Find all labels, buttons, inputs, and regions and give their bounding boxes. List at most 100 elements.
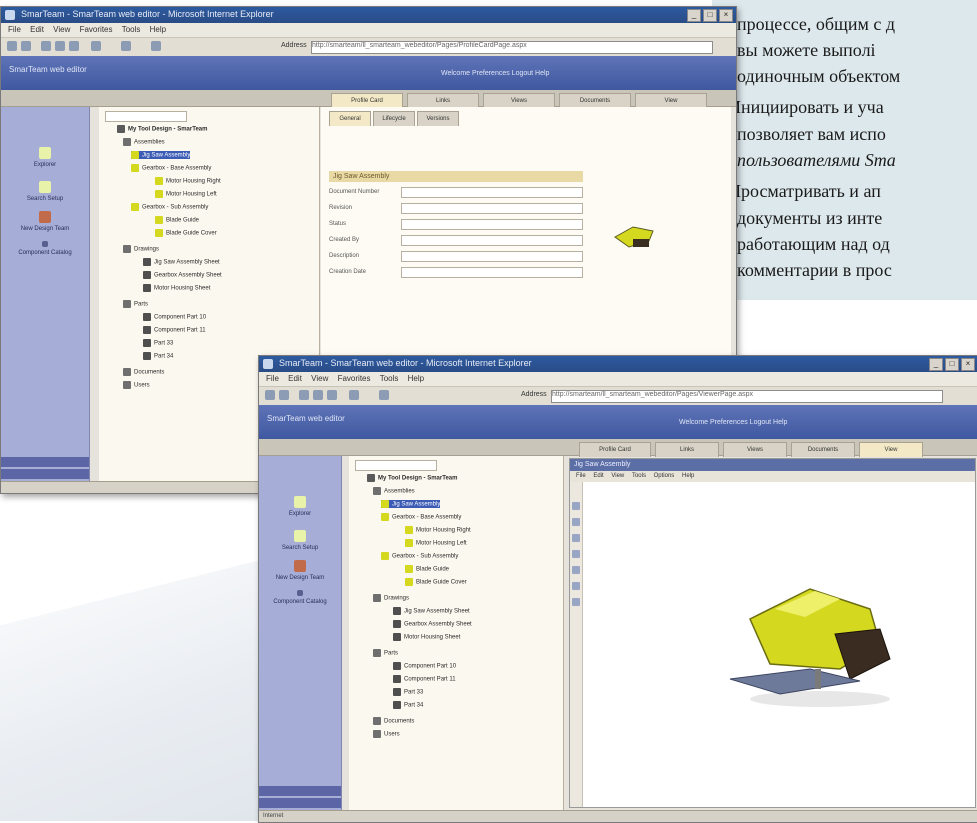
tree-row[interactable]: Parts (373, 649, 398, 657)
tree-row-selected[interactable]: Jig Saw Assembly (131, 151, 191, 159)
tree-row[interactable]: Motor Housing Sheet (143, 284, 210, 292)
tree-root[interactable]: My Tool Design - SmarTeam (117, 125, 207, 133)
back-icon[interactable] (265, 390, 275, 400)
tree-row[interactable]: Component Part 10 (143, 313, 206, 321)
search-icon[interactable] (91, 41, 101, 51)
tree-row[interactable]: Jig Saw Assembly Sheet (393, 607, 470, 615)
menu-edit[interactable]: Edit (30, 25, 44, 34)
back-icon[interactable] (7, 41, 17, 51)
tree-row[interactable]: Parts (123, 300, 148, 308)
tree-row[interactable]: Blade Guide Cover (155, 229, 217, 237)
close-button[interactable]: × (719, 9, 733, 22)
tab-views[interactable]: Views (483, 93, 555, 108)
search-icon[interactable] (349, 390, 359, 400)
tree-filter-input[interactable] (355, 460, 437, 471)
tab-documents[interactable]: Documents (791, 442, 855, 457)
tab-view[interactable]: View (635, 93, 707, 108)
tab-profile-card[interactable]: Profile Card (331, 93, 403, 108)
viewer-menu-edit[interactable]: Edit (593, 473, 603, 479)
pan-icon[interactable] (572, 518, 580, 526)
field-input[interactable] (401, 187, 583, 198)
tab-view[interactable]: View (859, 442, 923, 457)
maximize-button[interactable]: □ (945, 358, 959, 371)
address-input[interactable]: http://smarteam/ll_smarteam_webeditor/Pa… (551, 390, 943, 403)
header-links[interactable]: Welcome Preferences Logout Help (679, 419, 787, 426)
home-icon[interactable] (327, 390, 337, 400)
tree-row[interactable]: Blade Guide (155, 216, 199, 224)
tree-row[interactable]: Motor Housing Sheet (393, 633, 460, 641)
close-button[interactable]: × (961, 358, 975, 371)
markup-icon[interactable] (572, 598, 580, 606)
stop-icon[interactable] (41, 41, 51, 51)
section-icon[interactable] (572, 582, 580, 590)
tree-row[interactable]: Gearbox - Sub Assembly (381, 552, 458, 560)
tree-row[interactable]: Part 34 (393, 701, 423, 709)
field-input[interactable] (401, 235, 583, 246)
tree-row[interactable]: Component Part 11 (393, 675, 456, 683)
maximize-button[interactable]: □ (703, 9, 717, 22)
tree-row[interactable]: Users (373, 730, 400, 738)
left-item-design[interactable]: New Design Team (1, 211, 89, 232)
menu-favorites[interactable]: Favorites (80, 25, 113, 34)
minimize-button[interactable]: _ (687, 9, 701, 22)
menu-help[interactable]: Help (150, 25, 166, 34)
field-input[interactable] (401, 203, 583, 214)
tree-row[interactable]: Drawings (373, 594, 409, 602)
left-item-explorer[interactable]: Explorer (1, 147, 89, 168)
tree-filter-input[interactable] (105, 111, 187, 122)
subtab-versions[interactable]: Versions (417, 111, 459, 126)
tree-row-selected[interactable]: Jig Saw Assembly (381, 500, 441, 508)
left-item-catalog[interactable]: Component Catalog (259, 590, 341, 605)
minimize-button[interactable]: _ (929, 358, 943, 371)
menu-file[interactable]: File (8, 25, 21, 34)
tree-row[interactable]: Gearbox Assembly Sheet (143, 271, 222, 279)
field-select[interactable] (401, 219, 583, 230)
header-links[interactable]: Welcome Preferences Logout Help (441, 70, 549, 77)
tree-row[interactable]: Part 34 (143, 352, 173, 360)
tree-row[interactable]: Motor Housing Right (405, 526, 471, 534)
tree-row[interactable]: Documents (373, 717, 414, 725)
menu-edit[interactable]: Edit (288, 374, 302, 383)
field-input[interactable] (401, 267, 583, 278)
tree-row[interactable]: Blade Guide Cover (405, 578, 467, 586)
tab-documents[interactable]: Documents (559, 93, 631, 108)
tree-row[interactable]: Gearbox Assembly Sheet (393, 620, 472, 628)
menu-view[interactable]: View (53, 25, 70, 34)
rotate-icon[interactable] (572, 534, 580, 542)
refresh-icon[interactable] (313, 390, 323, 400)
tree-row[interactable]: Gearbox - Base Assembly (381, 513, 461, 521)
home-icon[interactable] (69, 41, 79, 51)
measure-icon[interactable] (572, 566, 580, 574)
tab-profile-card[interactable]: Profile Card (579, 442, 651, 457)
tree-row[interactable]: Gearbox - Sub Assembly (131, 203, 208, 211)
viewer-menu-file[interactable]: File (576, 473, 586, 479)
subtab-lifecycle[interactable]: Lifecycle (373, 111, 415, 126)
forward-icon[interactable] (21, 41, 31, 51)
left-item-design[interactable]: New Design Team (259, 560, 341, 581)
tree-row[interactable]: Motor Housing Right (155, 177, 221, 185)
tree-root[interactable]: My Tool Design - SmarTeam (367, 474, 457, 482)
left-item-search[interactable]: Search Setup (1, 181, 89, 202)
tree-row[interactable]: Gearbox - Base Assembly (131, 164, 211, 172)
tree-row[interactable]: Assemblies (123, 138, 165, 146)
tab-views[interactable]: Views (723, 442, 787, 457)
tree-row[interactable]: Drawings (123, 245, 159, 253)
tree-row[interactable]: Motor Housing Left (155, 190, 217, 198)
refresh-icon[interactable] (55, 41, 65, 51)
left-item-search[interactable]: Search Setup (259, 530, 341, 551)
viewer-menu-help[interactable]: Help (682, 473, 694, 479)
tree-row[interactable]: Component Part 11 (143, 326, 206, 334)
menu-view[interactable]: View (311, 374, 328, 383)
tree-row[interactable]: Motor Housing Left (405, 539, 467, 547)
history-icon[interactable] (151, 41, 161, 51)
menu-tools[interactable]: Tools (380, 374, 399, 383)
tree-row[interactable]: Jig Saw Assembly Sheet (143, 258, 220, 266)
menu-tools[interactable]: Tools (122, 25, 141, 34)
stop-icon[interactable] (299, 390, 309, 400)
field-input[interactable] (401, 251, 583, 262)
left-item-explorer[interactable]: Explorer (259, 496, 341, 517)
viewer-menu-view[interactable]: View (611, 473, 624, 479)
menu-help[interactable]: Help (408, 374, 424, 383)
tree-row[interactable]: Users (123, 381, 150, 389)
tree-row[interactable]: Documents (123, 368, 164, 376)
